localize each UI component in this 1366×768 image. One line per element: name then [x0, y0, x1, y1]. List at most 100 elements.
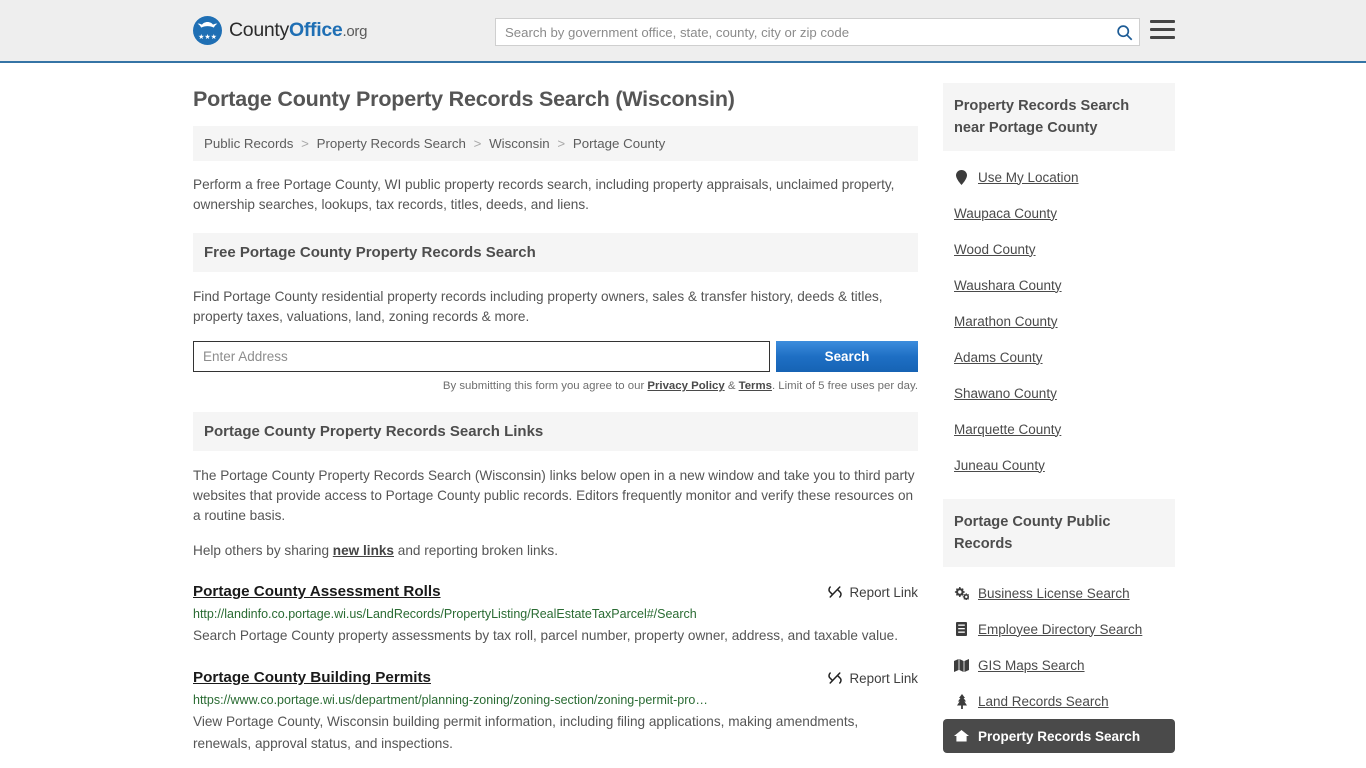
sidebar-item-land-records-search[interactable]: Land Records Search [954, 683, 1175, 719]
breadcrumb-item-property-records-search[interactable]: Property Records Search [317, 136, 466, 151]
sidebar-link-label[interactable]: GIS Maps Search [978, 658, 1085, 673]
result-url: https://www.co.portage.wi.us/department/… [193, 693, 708, 707]
unlink-icon [827, 586, 842, 598]
sidebar-item-adams-county[interactable]: Adams County [954, 339, 1175, 375]
disclaimer-pre-text: By submitting this form you agree to our [442, 380, 648, 392]
sidebar-link-label[interactable]: Adams County [954, 350, 1043, 365]
sidebar-item-gis-maps-search[interactable]: GIS Maps Search [954, 647, 1175, 683]
report-link-button[interactable]: Report Link [827, 583, 918, 600]
logo-text-office: Office [289, 19, 343, 41]
free-search-heading: Free Portage County Property Records Sea… [193, 233, 918, 272]
hamburger-bar [1150, 28, 1175, 31]
nearby-search-card: Property Records Search near Portage Cou… [943, 83, 1175, 483]
site-logo[interactable]: ★★★ CountyOffice.org [193, 16, 367, 45]
links-section-heading: Portage County Property Records Search L… [193, 412, 918, 451]
sidebar: Property Records Search near Portage Cou… [943, 83, 1175, 768]
result-item: Portage County Building Permits Report L… [193, 669, 918, 755]
disclaimer-amp: & [724, 380, 739, 392]
sidebar-link-label[interactable]: Juneau County [954, 458, 1045, 473]
map-icon [954, 658, 969, 672]
cogs-icon [954, 586, 969, 600]
result-title-link[interactable]: Portage County Building Permits [193, 669, 431, 686]
links-section-paragraph: The Portage County Property Records Sear… [193, 468, 915, 523]
privacy-policy-link[interactable]: Privacy Policy [647, 380, 724, 392]
sidebar-item-waushara-county[interactable]: Waushara County [954, 267, 1175, 303]
hamburger-bar [1150, 36, 1175, 39]
disclaimer-post-text: . Limit of 5 free uses per day. [771, 380, 918, 392]
sidebar-item-use-my-location[interactable]: Use My Location [954, 159, 1175, 195]
page-intro-text: Perform a free Portage County, WI public… [193, 177, 895, 212]
sidebar-item-wood-county[interactable]: Wood County [954, 231, 1175, 267]
sidebar-item-employee-directory-search[interactable]: Employee Directory Search [954, 611, 1175, 647]
sidebar-item-juneau-county[interactable]: Juneau County [954, 447, 1175, 483]
address-search-form: Search [193, 341, 918, 372]
report-link-label: Report Link [849, 670, 918, 686]
hamburger-bar [1150, 20, 1175, 23]
address-input[interactable] [193, 341, 770, 372]
sidebar-link-label[interactable]: Shawano County [954, 386, 1057, 401]
logo-stars: ★★★ [198, 34, 217, 41]
public-records-list: Business License Search Employee Directo… [943, 567, 1175, 753]
map-pin-icon [954, 169, 969, 185]
breadcrumb-separator: > [557, 136, 566, 151]
breadcrumb-item-wisconsin[interactable]: Wisconsin [489, 136, 550, 151]
page-body: Portage County Property Records Search (… [0, 63, 1366, 768]
result-description: View Portage County, Wisconsin building … [193, 714, 859, 751]
site-header: ★★★ CountyOffice.org [0, 0, 1366, 63]
sidebar-link-label[interactable]: Waushara County [954, 278, 1062, 293]
book-icon [954, 622, 969, 636]
public-records-heading: Portage County Public Records [943, 499, 1175, 567]
global-search-box[interactable] [495, 18, 1140, 46]
sidebar-item-waupaca-county[interactable]: Waupaca County [954, 195, 1175, 231]
help-pre-text: Help others by sharing [193, 543, 333, 558]
result-item: Portage County Assessment Rolls Report L… [193, 583, 918, 647]
free-search-description: Find Portage County residential property… [193, 289, 883, 324]
page-title: Portage County Property Records Search (… [193, 87, 735, 111]
tree-icon [954, 693, 969, 709]
new-links-link[interactable]: new links [333, 543, 394, 558]
sidebar-item-marquette-county[interactable]: Marquette County [954, 411, 1175, 447]
sidebar-item-business-license-search[interactable]: Business License Search [954, 575, 1175, 611]
help-others-text: Help others by sharing new links and rep… [193, 541, 918, 561]
hamburger-menu-icon[interactable] [1150, 20, 1175, 39]
sidebar-link-label[interactable]: Waupaca County [954, 206, 1057, 221]
sidebar-link-label[interactable]: Marquette County [954, 422, 1061, 437]
main-content: Portage County Property Records Search (… [193, 83, 918, 768]
report-link-label: Report Link [849, 584, 918, 600]
eagle-icon [197, 22, 218, 28]
home-icon [954, 730, 969, 742]
sidebar-link-label[interactable]: Marathon County [954, 314, 1058, 329]
sidebar-link-label[interactable]: Property Records Search [978, 729, 1140, 744]
nearby-search-list: Use My Location Waupaca County Wood Coun… [943, 151, 1175, 483]
form-disclaimer: By submitting this form you agree to our… [193, 380, 918, 392]
report-link-button[interactable]: Report Link [827, 669, 918, 686]
result-title-link[interactable]: Portage County Assessment Rolls [193, 583, 441, 600]
help-post-text: and reporting broken links. [394, 543, 558, 558]
breadcrumb: Public Records > Property Records Search… [193, 126, 918, 161]
breadcrumb-item-portage-county[interactable]: Portage County [573, 136, 665, 151]
nearby-search-heading: Property Records Search near Portage Cou… [943, 83, 1175, 151]
sidebar-link-label[interactable]: Land Records Search [978, 694, 1109, 709]
result-description: Search Portage County property assessmen… [193, 628, 898, 643]
countyoffice-emblem-icon: ★★★ [193, 16, 222, 45]
result-url: http://landinfo.co.portage.wi.us/LandRec… [193, 607, 697, 621]
result-header-row: Portage County Building Permits Report L… [193, 669, 918, 686]
breadcrumb-separator: > [473, 136, 482, 151]
search-icon[interactable] [1109, 19, 1139, 45]
result-header-row: Portage County Assessment Rolls Report L… [193, 583, 918, 600]
unlink-icon [827, 672, 842, 684]
sidebar-item-marathon-county[interactable]: Marathon County [954, 303, 1175, 339]
breadcrumb-separator: > [301, 136, 309, 151]
sidebar-link-label[interactable]: Use My Location [978, 170, 1079, 185]
breadcrumb-item-public-records[interactable]: Public Records [204, 136, 293, 151]
logo-wordmark: CountyOffice.org [229, 19, 367, 42]
logo-text-county: County [229, 19, 289, 41]
sidebar-item-property-records-search[interactable]: Property Records Search [943, 719, 1175, 753]
global-search-input[interactable] [496, 19, 1109, 45]
address-search-button[interactable]: Search [776, 341, 918, 372]
sidebar-link-label[interactable]: Employee Directory Search [978, 622, 1142, 637]
sidebar-item-shawano-county[interactable]: Shawano County [954, 375, 1175, 411]
sidebar-link-label[interactable]: Wood County [954, 242, 1036, 257]
sidebar-link-label[interactable]: Business License Search [978, 586, 1130, 601]
terms-link[interactable]: Terms [739, 380, 772, 392]
